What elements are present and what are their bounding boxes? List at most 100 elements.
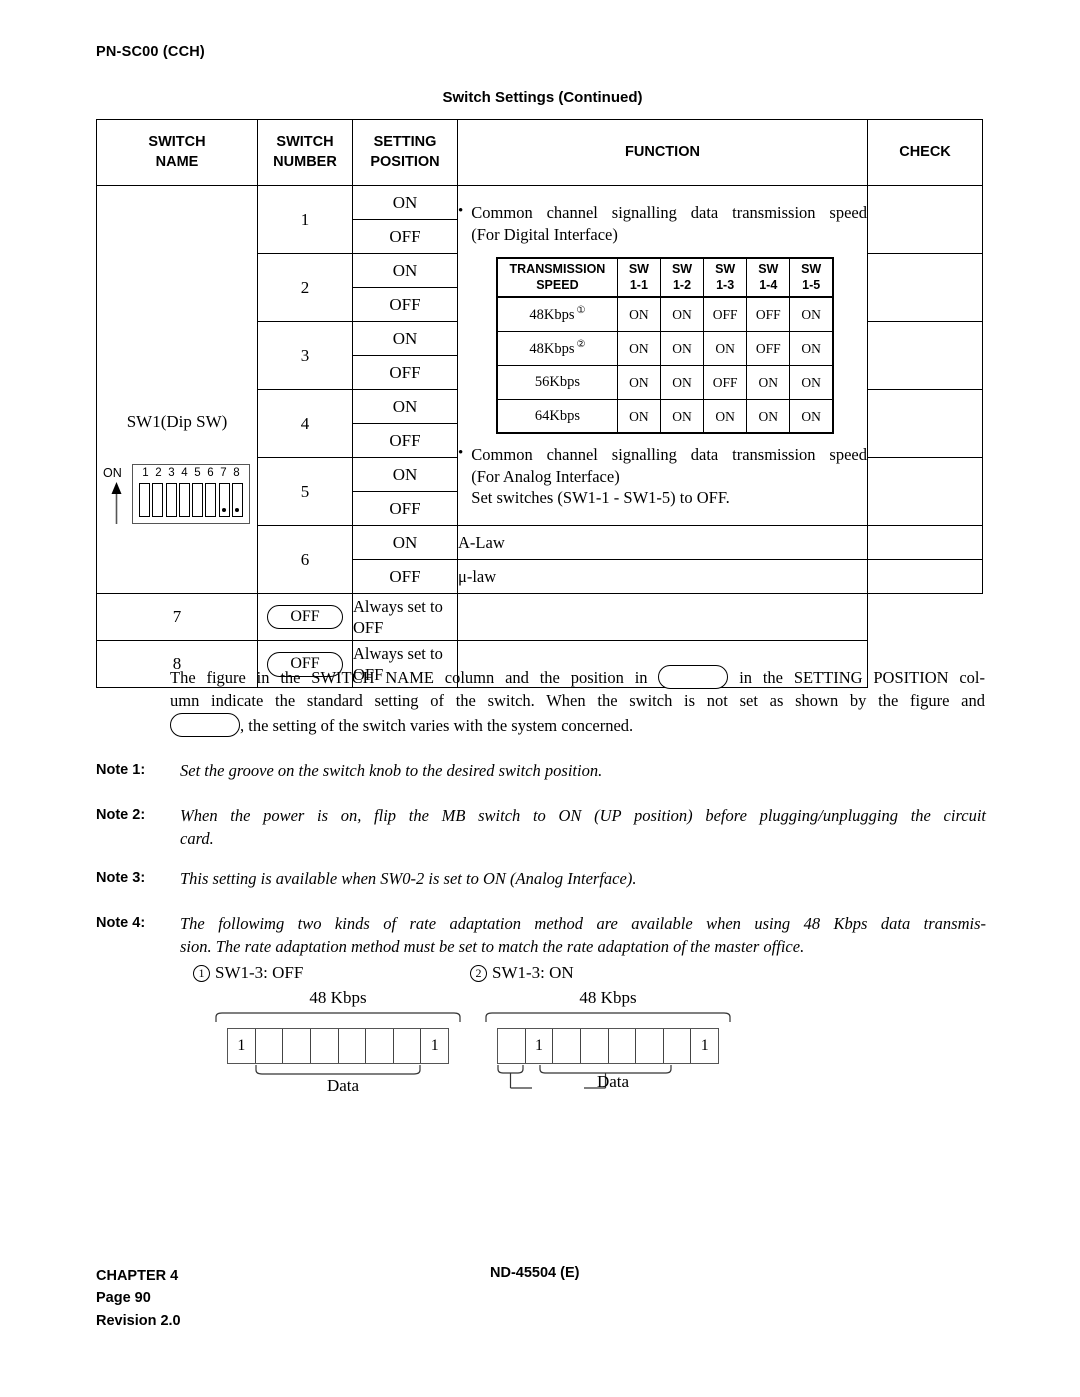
- legend-paragraph: The figure in the SWITCH NAME column and…: [170, 665, 985, 737]
- tt-cell: ON: [746, 398, 791, 434]
- tt-cell: ON: [789, 364, 834, 400]
- frame-diagram-2: 48 Kbps 1 1 Data: [484, 988, 732, 1092]
- switch-name-label: SW1(Dip SW): [126, 412, 228, 431]
- setting-position-pill: OFF: [267, 604, 343, 630]
- frame-cell: [339, 1029, 367, 1063]
- note-2-line2: card.: [180, 828, 214, 848]
- col-header-switch-number-line1: SWITCH: [276, 133, 334, 150]
- legend-line1-b: in the SETTING POSITION col-: [739, 668, 986, 687]
- tt-cell: ON: [659, 296, 705, 332]
- check-cell[interactable]: [867, 559, 983, 594]
- check-cell[interactable]: [867, 253, 983, 322]
- tt-cell: ON: [703, 330, 748, 366]
- dip-slot: [165, 483, 177, 517]
- function-bullet-analog-line1: Common channel signalling data transmiss…: [471, 445, 867, 465]
- dip-slot: [205, 483, 217, 517]
- dip-number: 6: [207, 467, 214, 479]
- function-cell-speed: • Common channel signalling data transmi…: [457, 185, 868, 526]
- note4-option-2-text: SW1-3: ON: [492, 963, 574, 982]
- function-bullet-digital-line1: Common channel signalling data transmiss…: [471, 203, 867, 223]
- tt-cell: ON: [789, 296, 834, 332]
- check-cell[interactable]: [457, 592, 868, 642]
- frame-cell: [609, 1029, 637, 1063]
- document-page: PN-SC00 (CCH) Switch Settings (Continued…: [0, 0, 1080, 1397]
- tt-header-line2: SPEED: [536, 277, 579, 292]
- tt-cell: ON: [789, 330, 834, 366]
- setting-position-4-on: ON: [352, 389, 458, 424]
- tt-cell: ON: [616, 398, 661, 434]
- dip-on-label: ON: [103, 466, 122, 480]
- note-2: Note 2: When the power is on, flip the M…: [96, 805, 986, 851]
- frame-cell: [581, 1029, 609, 1063]
- function-bullet-analog-line3: Set switches (SW1-1 - SW1-5) to OFF.: [471, 488, 730, 508]
- switch-number-1: 1: [257, 185, 353, 254]
- col-header-setting-position-line2: POSITION: [370, 153, 440, 170]
- function-bullet-analog-line2: (For Analog Interface): [471, 466, 620, 486]
- dip-slot: [231, 483, 243, 517]
- tt-cell: OFF: [746, 296, 791, 332]
- check-cell[interactable]: [867, 185, 983, 254]
- frame-cell: 1: [228, 1029, 256, 1063]
- col-header-check: CHECK: [867, 119, 983, 186]
- setting-position-4-off: OFF: [352, 423, 458, 458]
- tt-cell: ON: [703, 398, 748, 434]
- circled-number-icon: 1: [193, 965, 210, 982]
- tt-header-sw13: SW 1-3: [703, 257, 748, 299]
- frame-cell: 1: [700, 1037, 709, 1054]
- dip-slot: [139, 483, 150, 517]
- tt-header-line1: SW: [758, 262, 779, 277]
- tt-header-line2: 1-4: [759, 277, 778, 292]
- check-cell[interactable]: [867, 389, 983, 458]
- tt-cell: ON: [616, 330, 661, 366]
- note-1-label: Note 1:: [96, 762, 146, 778]
- check-cell[interactable]: [867, 525, 983, 560]
- tt-cell: ON: [616, 296, 661, 332]
- frame-cell: [553, 1029, 581, 1063]
- dip-switch-illustration: ON 1 2 3 4 5 6 7 8: [103, 464, 255, 526]
- note4-option-2: 2 SW1-3: ON: [470, 963, 574, 983]
- dip-number: 7: [220, 467, 227, 479]
- tt-cell: ON: [789, 398, 834, 434]
- tt-speed-value: 48Kbps: [529, 340, 575, 357]
- tt-cell: ON: [659, 364, 705, 400]
- note-3: Note 3: This setting is available when S…: [96, 868, 986, 891]
- note-2-line1: When the power is on, flip the MB switch…: [180, 806, 986, 825]
- legend-line2: umn indicate the standard setting of the…: [170, 691, 985, 711]
- frame-diagram-1-cells: 1 1: [227, 1028, 449, 1064]
- col-header-switch-name: SWITCH NAME: [96, 119, 258, 186]
- top-brace-icon: [485, 1012, 731, 1022]
- dip-number: 2: [155, 467, 162, 479]
- frame-diagram-1: 48 Kbps 1 1 Data: [214, 988, 462, 1096]
- frame-cell: [366, 1029, 394, 1063]
- note-3-line1: This setting is available when SW0-2 is …: [180, 869, 637, 888]
- frame-diagram-2-label: Data: [596, 1072, 630, 1091]
- tt-header-sw15: SW 1-5: [789, 257, 834, 299]
- switch-number-2: 2: [257, 253, 353, 322]
- function-row6-off: μ-law: [457, 559, 868, 594]
- setting-position-5-on: ON: [352, 457, 458, 492]
- dip-slot: [178, 483, 190, 517]
- note-1-line1: Set the groove on the switch knob to the…: [180, 761, 603, 780]
- setting-position-2-on: ON: [352, 253, 458, 288]
- frame-cell: 1: [430, 1037, 439, 1054]
- switch-number-6: 6: [257, 525, 353, 594]
- footer-chapter: CHAPTER 4: [96, 1268, 179, 1284]
- setting-position-1-on: ON: [352, 185, 458, 220]
- function-bullet-analog: • Common channel signalling data transmi…: [458, 444, 867, 508]
- check-cell[interactable]: [867, 321, 983, 390]
- page-footer: CHAPTER 4 Page 90 Revision 2.0: [96, 1265, 181, 1332]
- tt-speed: 48Kbps ①: [496, 296, 618, 332]
- tt-cell: OFF: [746, 330, 791, 366]
- tt-cell: ON: [659, 398, 705, 434]
- tt-cell: OFF: [703, 364, 748, 400]
- function-bullet-digital-line2: (For Digital Interface): [471, 224, 618, 244]
- frame-cell: [283, 1029, 311, 1063]
- col-header-switch-number: SWITCH NUMBER: [257, 119, 353, 186]
- function-row6-on: A-Law: [457, 525, 868, 560]
- dip-slot: [152, 483, 164, 517]
- frame-cell: [664, 1029, 692, 1063]
- check-cell[interactable]: [867, 457, 983, 526]
- up-arrow-icon: [111, 482, 122, 524]
- tt-header-sw12: SW 1-2: [659, 257, 705, 299]
- setting-position-3-on: ON: [352, 321, 458, 356]
